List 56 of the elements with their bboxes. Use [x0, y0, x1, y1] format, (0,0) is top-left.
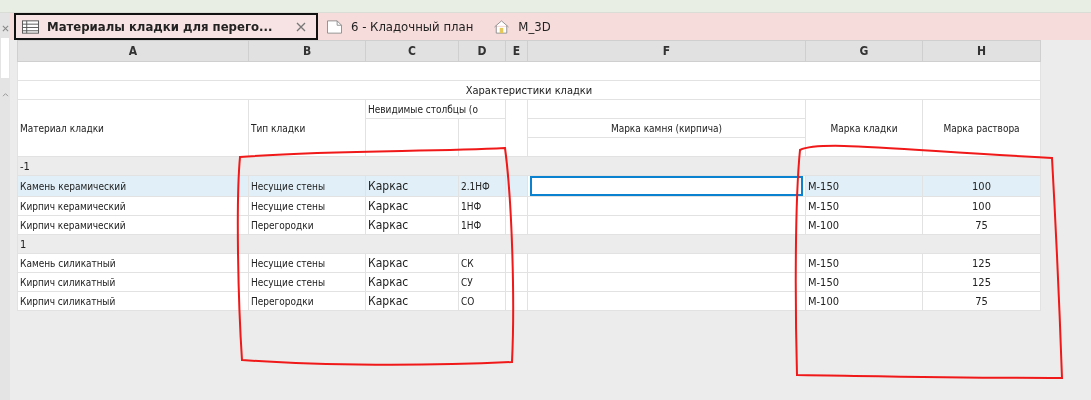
- column-letter[interactable]: F: [527, 40, 806, 62]
- column-letter[interactable]: E: [505, 40, 528, 62]
- table-cell: Несущие стены: [248, 272, 366, 292]
- table-cell: Перегородки: [248, 215, 366, 235]
- table-cell: СУ: [458, 272, 506, 292]
- table-cell: Кирпич силикатный: [17, 291, 249, 311]
- column-header: Тип кладки: [248, 99, 366, 157]
- table-cell: М-100: [805, 291, 923, 311]
- column-letter[interactable]: H: [922, 40, 1041, 62]
- table-cell: Несущие стены: [248, 253, 366, 273]
- view-tab[interactable]: 6 - Кладочный план: [318, 13, 486, 40]
- column-letter[interactable]: C: [365, 40, 459, 62]
- table-cell: М-100: [805, 215, 923, 235]
- side-panel: [1, 38, 9, 78]
- table-cell: Кирпич силикатный: [17, 272, 249, 292]
- table-cell: 75: [922, 291, 1041, 311]
- table-title: Характеристики кладки: [17, 80, 1041, 100]
- view-tab[interactable]: Материалы кладки для перего...: [14, 13, 318, 40]
- table-cell: СО: [458, 291, 506, 311]
- table-cell: 75: [922, 215, 1041, 235]
- cell-editor[interactable]: [530, 176, 803, 196]
- table-cell: Камень силикатный: [17, 253, 249, 273]
- table-cell: Кирпич керамический: [17, 215, 249, 235]
- table-cell: М-150: [805, 196, 923, 216]
- table-cell: СК: [458, 253, 506, 273]
- table-icon: [22, 19, 39, 34]
- table-cell: М-150: [805, 272, 923, 292]
- table-cell: Несущие стены: [248, 196, 366, 216]
- column-header: Материал кладки: [17, 99, 249, 157]
- table-cell: Кирпич керамический: [17, 196, 249, 216]
- column-header: Марка кладки: [805, 99, 923, 157]
- view-tab[interactable]: M_3D: [485, 13, 563, 40]
- table-cell: Каркас: [365, 196, 459, 216]
- table-cell: Каркас: [365, 272, 459, 292]
- page-icon: [326, 19, 343, 34]
- table-cell: 125: [922, 253, 1041, 273]
- table-cell: Камень керамический: [17, 175, 249, 197]
- table-cell: 1НФ: [458, 196, 506, 216]
- table-cell: 100: [922, 196, 1041, 216]
- table-cell: Каркас: [365, 215, 459, 235]
- close-icon[interactable]: [1, 25, 9, 32]
- close-icon[interactable]: [296, 21, 306, 32]
- table-cell: М-150: [805, 253, 923, 273]
- column-letter[interactable]: B: [248, 40, 366, 62]
- column-letter[interactable]: D: [458, 40, 506, 62]
- table-cell: Каркас: [365, 253, 459, 273]
- table-cell: Перегородки: [248, 291, 366, 311]
- column-header: Невидимые столбцы (о: [365, 99, 506, 119]
- house-icon: [493, 19, 511, 34]
- table-cell: 125: [922, 272, 1041, 292]
- table-cell: 1НФ: [458, 215, 506, 235]
- table-cell: Каркас: [365, 291, 459, 311]
- caret-icon[interactable]: [1, 92, 9, 97]
- column-letter[interactable]: G: [805, 40, 923, 62]
- column-letter[interactable]: A: [17, 40, 249, 62]
- column-header: Марка раствора: [922, 99, 1041, 157]
